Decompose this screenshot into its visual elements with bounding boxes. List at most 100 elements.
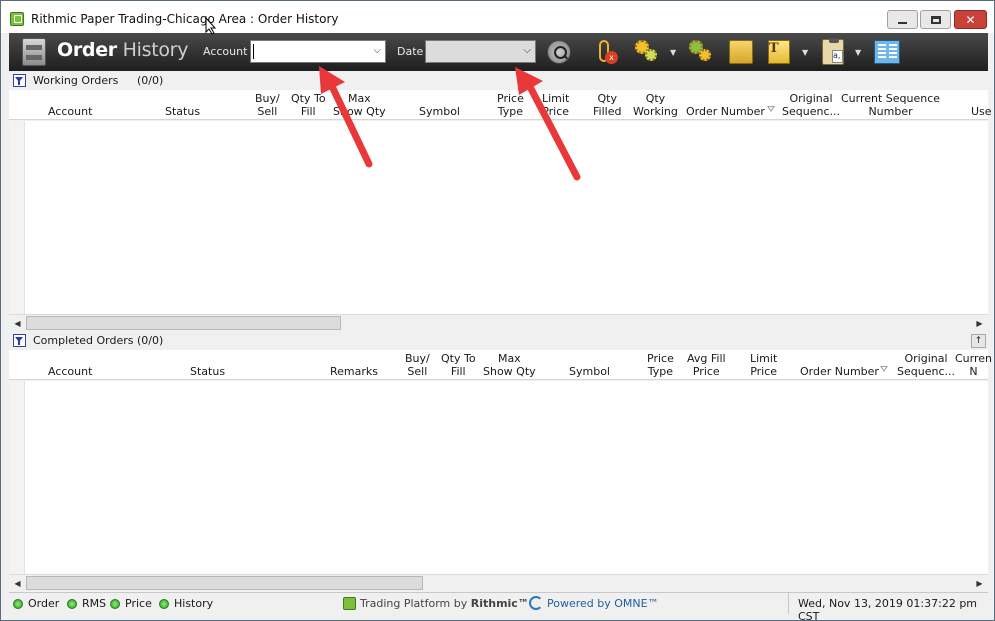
text-icon: T — [768, 40, 790, 64]
completed-orders-hscrollbar[interactable]: ◀ ▶ — [9, 574, 988, 591]
search-icon — [547, 40, 571, 64]
column-status[interactable]: Status — [190, 365, 225, 378]
user-settings-button[interactable] — [687, 38, 713, 64]
column-qty-filled[interactable]: Qty Filled — [593, 92, 621, 118]
window-title: Rithmic Paper Trading-Chicago Area : Ord… — [31, 12, 339, 26]
column-qty-to-fill[interactable]: Qty To Fill — [441, 352, 476, 378]
order-history-toolbar: Order History Account ⌵ Date ⌵ x ▼ T ▼ a… — [9, 33, 988, 71]
scroll-thumb[interactable] — [26, 316, 341, 330]
chevron-down-icon[interactable]: ⌵ — [523, 45, 531, 56]
collapse-pane-button[interactable]: ↑ — [971, 334, 986, 348]
toolbar-title-light: History — [122, 39, 189, 61]
column-current-sequence[interactable]: Curren N — [955, 352, 992, 378]
account-dropdown[interactable]: ⌵ — [250, 40, 386, 63]
completed-orders-count: (0/0) — [137, 334, 164, 347]
clipboard-button[interactable]: a, — [819, 38, 847, 66]
column-max-show-qty[interactable]: Max Show Qty — [483, 352, 536, 378]
column-limit-price[interactable]: Limit Price — [750, 352, 777, 378]
rms-status-label: RMS — [82, 597, 107, 610]
columns-button[interactable] — [873, 38, 901, 66]
working-orders-column-header: Account Status Buy/ Sell Qty To Fill Max… — [9, 90, 992, 120]
working-orders-hscrollbar[interactable]: ◀ ▶ — [9, 314, 988, 331]
column-qty-working[interactable]: Qty Working — [633, 92, 678, 118]
row-gutter — [9, 121, 25, 314]
book-icon — [874, 40, 900, 64]
history-status-label: History — [174, 597, 214, 610]
text-dropdown-arrow[interactable]: ▼ — [802, 48, 810, 57]
filter-icon[interactable] — [13, 74, 26, 87]
scroll-left-button[interactable]: ◀ — [9, 575, 26, 591]
working-orders-grid[interactable] — [9, 121, 988, 314]
status-bar: Order RMS Price History Trading Platform… — [9, 592, 988, 621]
working-orders-title: Working Orders — [33, 74, 119, 87]
close-button[interactable]: ✕ — [954, 10, 987, 29]
omne-logo-icon — [529, 596, 543, 610]
powered-by-label: Powered by OMNE™ — [547, 597, 659, 610]
clipboard-icon: a, — [822, 38, 844, 65]
order-status-led-icon — [13, 599, 23, 609]
scroll-thumb[interactable] — [26, 576, 423, 590]
sort-descending-icon[interactable] — [880, 366, 888, 372]
column-price-type[interactable]: Price Type — [647, 352, 674, 378]
scroll-right-button[interactable]: ▶ — [971, 575, 988, 591]
column-max-show-qty[interactable]: Max Show Qty — [333, 92, 386, 118]
cancel-attachments-button[interactable]: x — [593, 38, 621, 66]
column-order-number[interactable]: Order Number — [800, 365, 879, 378]
scroll-right-button[interactable]: ▶ — [971, 315, 988, 331]
minimize-button[interactable] — [887, 10, 918, 29]
completed-orders-grid[interactable] — [9, 381, 988, 574]
order-status-label: Order — [28, 597, 60, 610]
chevron-down-icon[interactable]: ⌵ — [373, 45, 381, 56]
cancel-badge-icon: x — [605, 51, 618, 64]
column-current-sequence[interactable]: Current Sequence Number — [841, 92, 940, 118]
rms-status-led-icon — [67, 599, 77, 609]
folder-button[interactable] — [727, 38, 755, 66]
column-order-number[interactable]: Order Number — [686, 105, 765, 118]
column-remarks[interactable]: Remarks — [330, 365, 378, 378]
toolbar-title-bold: Order — [57, 39, 117, 61]
platform-label: Trading Platform by Rithmic™ — [360, 597, 529, 610]
column-user[interactable]: Use — [971, 105, 992, 118]
column-avg-fill-price[interactable]: Avg Fill Price — [687, 352, 726, 378]
working-orders-header: Working Orders (0/0) — [9, 72, 988, 90]
column-buy-sell[interactable]: Buy/ Sell — [405, 352, 430, 378]
column-price-type[interactable]: Price Type — [497, 92, 524, 118]
column-original-sequence[interactable]: Original Sequenc... — [897, 352, 955, 378]
column-symbol[interactable]: Symbol — [419, 105, 460, 118]
text-caret — [253, 44, 254, 59]
price-status-led-icon — [110, 599, 120, 609]
clipboard-dropdown-arrow[interactable]: ▼ — [855, 48, 863, 57]
history-status-led-icon — [159, 599, 169, 609]
column-account[interactable]: Account — [48, 365, 92, 378]
account-label: Account — [203, 45, 248, 58]
gear-small-icon — [699, 49, 711, 61]
settings-button[interactable] — [633, 38, 659, 64]
column-symbol[interactable]: Symbol — [569, 365, 610, 378]
column-original-sequence[interactable]: Original Sequenc... — [782, 92, 840, 118]
toolbar-title: Order History — [57, 39, 188, 61]
platform-brand: Rithmic™ — [470, 597, 529, 610]
maximize-button[interactable] — [920, 10, 951, 29]
title-bar: Rithmic Paper Trading-Chicago Area : Ord… — [1, 1, 994, 33]
platform-text: Trading Platform by — [360, 597, 468, 610]
column-account[interactable]: Account — [48, 105, 92, 118]
rithmic-logo-icon — [343, 597, 356, 610]
column-limit-price[interactable]: Limit Price — [542, 92, 569, 118]
working-orders-count: (0/0) — [137, 74, 164, 87]
column-buy-sell[interactable]: Buy/ Sell — [255, 92, 280, 118]
text-format-button[interactable]: T — [765, 38, 793, 66]
price-status-label: Price — [125, 597, 152, 610]
completed-orders-header: Completed Orders (0/0) ↑ — [9, 332, 988, 350]
date-label: Date — [397, 45, 424, 58]
settings-dropdown-arrow[interactable]: ▼ — [670, 48, 678, 57]
sort-descending-icon[interactable] — [767, 106, 775, 112]
search-button[interactable] — [545, 38, 573, 66]
scroll-left-button[interactable]: ◀ — [9, 315, 26, 331]
date-dropdown[interactable]: ⌵ — [425, 40, 536, 63]
filter-icon[interactable] — [13, 334, 26, 347]
column-qty-to-fill[interactable]: Qty To Fill — [291, 92, 326, 118]
completed-orders-title: Completed Orders — [33, 334, 134, 347]
column-status[interactable]: Status — [165, 105, 200, 118]
completed-orders-column-header: Account Status Remarks Buy/ Sell Qty To … — [9, 350, 992, 380]
row-gutter — [9, 381, 25, 574]
